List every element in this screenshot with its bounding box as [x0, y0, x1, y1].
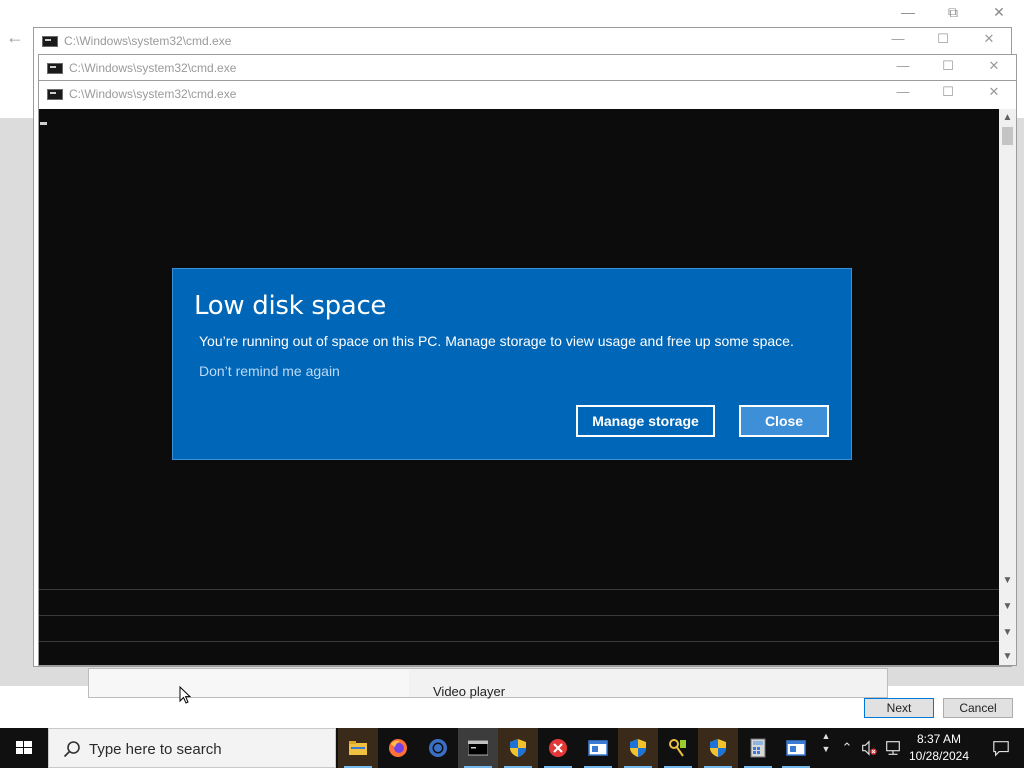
cmd-icon	[47, 89, 63, 100]
mouse-pointer-icon	[179, 686, 191, 704]
scroll-down-icon[interactable]: ▼	[999, 598, 1016, 615]
list-item[interactable]: Video player	[88, 668, 888, 699]
window-edge	[39, 641, 999, 642]
taskbar-app-window-1[interactable]	[578, 728, 618, 768]
taskbar-scroll[interactable]: ▲ ▼	[818, 728, 834, 768]
scroll-down-icon[interactable]: ▼	[999, 648, 1016, 665]
close-icon[interactable]: ✕	[989, 4, 1009, 21]
minimize-icon[interactable]: —	[898, 4, 918, 20]
scroll-up-icon[interactable]: ▲	[999, 109, 1016, 126]
dialog-message: You’re running out of space on this PC. …	[199, 333, 794, 349]
firefox-icon	[389, 739, 407, 757]
windows-logo-icon	[16, 741, 32, 754]
maximize-icon[interactable]: ☐	[931, 31, 955, 47]
taskbar-app-key-tool[interactable]	[658, 728, 698, 768]
taskbar-app-window-2[interactable]	[776, 728, 816, 768]
show-hidden-icons-icon[interactable]: ⌃	[838, 728, 856, 768]
taskbar: Type here to search ▲ ▼ ⌃ 8:37 AM 10/28/…	[0, 728, 1024, 768]
chrome-icon	[429, 739, 447, 757]
search-placeholder: Type here to search	[89, 741, 222, 758]
list-item-label: Video player	[433, 684, 506, 699]
network-icon[interactable]	[882, 728, 904, 768]
close-button[interactable]: Close	[739, 405, 829, 437]
window-title: C:\Windows\system32\cmd.exe	[69, 87, 237, 101]
scroll-thumb[interactable]	[1002, 127, 1013, 145]
window-icon	[588, 740, 608, 756]
cmd-titlebar[interactable]: C:\Windows\system32\cmd.exe — ☐ ✕	[39, 55, 1016, 81]
volume-muted-icon[interactable]	[858, 728, 880, 768]
close-icon[interactable]: ✕	[977, 31, 1001, 47]
calculator-icon	[750, 738, 766, 758]
taskbar-app-installer-1[interactable]	[498, 728, 538, 768]
dont-remind-link[interactable]: Don’t remind me again	[199, 363, 340, 379]
clock[interactable]: 8:37 AM 10/28/2024	[904, 731, 974, 765]
minimize-icon[interactable]: —	[886, 31, 910, 46]
search-box[interactable]: Type here to search	[48, 728, 336, 768]
window-title: C:\Windows\system32\cmd.exe	[64, 34, 232, 48]
taskbar-app-chrome[interactable]	[418, 728, 458, 768]
vertical-scrollbar[interactable]: ▲ ▼ ▼ ▼ ▼	[999, 109, 1016, 665]
scroll-down-icon[interactable]: ▼	[999, 572, 1016, 589]
back-arrow-icon[interactable]: ←	[6, 27, 24, 48]
taskbar-app-installer-2[interactable]	[618, 728, 658, 768]
taskbar-app-error[interactable]	[538, 728, 578, 768]
search-icon	[63, 741, 80, 758]
taskbar-app-installer-3[interactable]	[698, 728, 738, 768]
notification-center-button[interactable]	[980, 728, 1024, 768]
cancel-button[interactable]: Cancel	[943, 698, 1013, 718]
error-icon	[549, 739, 567, 757]
uac-shield-icon	[710, 739, 726, 757]
window-icon	[786, 740, 806, 756]
cmd-titlebar[interactable]: C:\Windows\system32\cmd.exe — ☐ ✕	[39, 81, 1016, 107]
cmd-icon	[47, 63, 63, 74]
taskbar-app-cmd[interactable]	[458, 728, 498, 768]
clock-date: 10/28/2024	[908, 749, 970, 763]
uac-shield-icon	[510, 739, 526, 757]
taskbar-app-calculator[interactable]	[738, 728, 778, 768]
restore-icon[interactable]: ⧉	[943, 4, 963, 21]
dialog-title: Low disk space	[194, 291, 387, 321]
cmd-icon	[42, 36, 58, 47]
low-disk-space-dialog: Low disk space You’re running out of spa…	[172, 268, 852, 460]
next-button[interactable]: Next	[864, 698, 934, 718]
maximize-icon[interactable]: ☐	[936, 84, 960, 100]
start-button[interactable]	[0, 728, 48, 768]
notification-icon	[993, 741, 1009, 757]
window-title: C:\Windows\system32\cmd.exe	[69, 61, 237, 75]
minimize-icon[interactable]: —	[891, 58, 915, 73]
close-icon[interactable]: ✕	[982, 84, 1006, 100]
cmd-titlebar[interactable]: C:\Windows\system32\cmd.exe — ☐ ✕	[34, 28, 1011, 54]
scroll-down-icon[interactable]: ▼	[999, 624, 1016, 641]
cmd-icon	[468, 740, 488, 756]
key-tool-icon	[669, 739, 686, 757]
uac-shield-icon	[630, 739, 646, 757]
taskbar-app-file-explorer[interactable]	[338, 728, 378, 768]
close-icon[interactable]: ✕	[982, 58, 1006, 74]
text-cursor	[40, 122, 47, 125]
clock-time: 8:37 AM	[916, 732, 962, 746]
window-edge	[39, 615, 999, 616]
window-edge	[39, 589, 999, 590]
file-explorer-icon	[349, 741, 367, 755]
maximize-icon[interactable]: ☐	[936, 58, 960, 74]
minimize-icon[interactable]: —	[891, 84, 915, 99]
manage-storage-button[interactable]: Manage storage	[576, 405, 715, 437]
taskbar-app-firefox[interactable]	[378, 728, 418, 768]
